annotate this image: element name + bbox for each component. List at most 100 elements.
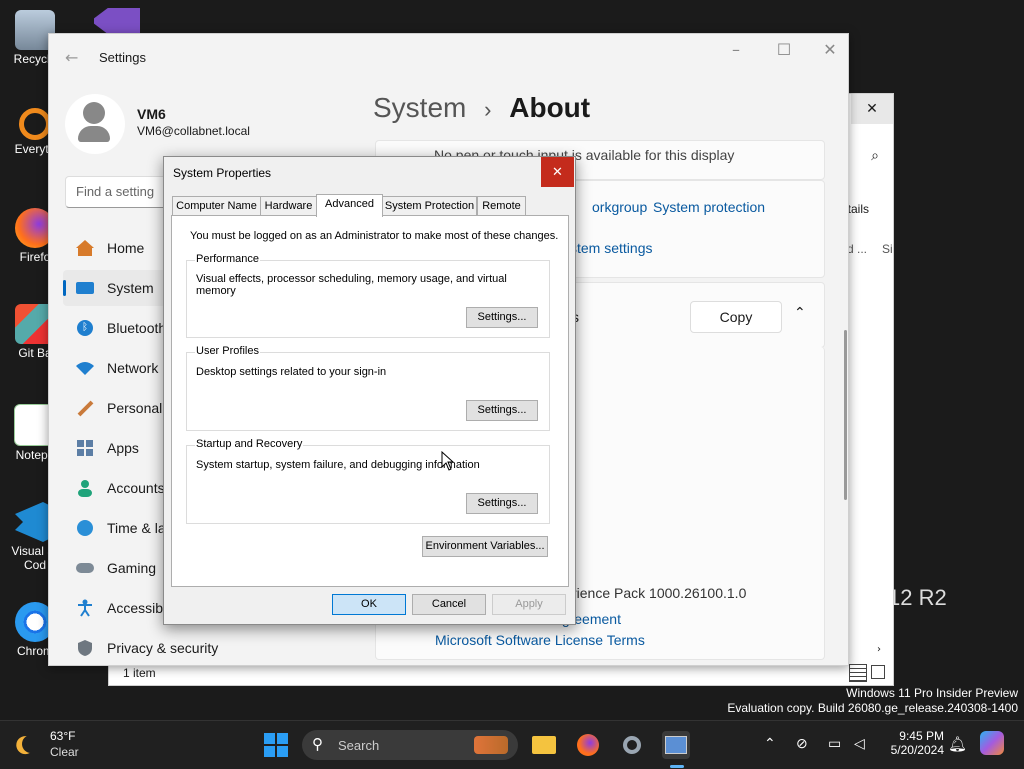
taskbar-search-label: Search <box>338 738 380 753</box>
explorer-column-header-1[interactable]: d ... <box>847 242 867 256</box>
person-icon <box>83 102 105 124</box>
nav-item-label: Privacy & security <box>107 640 219 656</box>
network-disconnected-icon[interactable]: ⊘ <box>796 735 808 752</box>
performance-group: Performance Visual effects, processor sc… <box>186 253 550 338</box>
monitor-icon <box>75 278 95 298</box>
tab-remote[interactable]: Remote <box>477 196 526 216</box>
search-placeholder: Find a setting <box>76 184 155 199</box>
visual-studio-icon[interactable] <box>94 8 140 34</box>
taskbar: 63°F Clear ⚲ Search ⌃ ⊘ ▭ ◁ 9:45 PM 5/20… <box>0 720 1024 769</box>
tab-computer-name[interactable]: Computer Name <box>172 196 261 216</box>
admin-note: You must be logged on as an Administrato… <box>190 230 559 242</box>
temperature: 63°F <box>50 729 76 743</box>
notification-bell-icon[interactable]: 🔔︎ <box>948 735 967 753</box>
user-email: VM6@collabnet.local <box>137 124 250 138</box>
cancel-button[interactable]: Cancel <box>412 594 486 615</box>
nav-item-label: Accessibi <box>107 600 167 616</box>
explorer-column-header-2[interactable]: Si <box>882 242 893 256</box>
close-button[interactable]: ✕ <box>815 40 845 60</box>
minimize-button[interactable]: – <box>721 40 751 60</box>
ok-button[interactable]: OK <box>332 594 406 615</box>
breadcrumb-parent[interactable]: System <box>373 92 466 123</box>
environment-variables-button[interactable]: Environment Variables... <box>422 536 548 557</box>
nav-item-bluetooth[interactable]: ᛒ Bluetooth <box>63 310 173 346</box>
nav-item-label: Personali <box>107 400 166 416</box>
explorer-status-text: 1 item <box>123 666 156 680</box>
dialog-title: System Properties <box>173 166 272 180</box>
weather-widget[interactable]: 63°F Clear <box>18 729 98 761</box>
settings-taskbar-icon[interactable] <box>618 731 646 759</box>
startup-recovery-group: Startup and Recovery System startup, sys… <box>186 438 550 524</box>
explorer-search-icon[interactable]: ⌕ <box>871 148 879 164</box>
domain-workgroup-link[interactable]: orkgroup <box>592 199 647 215</box>
performance-settings-button[interactable]: Settings... <box>466 307 538 328</box>
person-icon <box>75 478 95 498</box>
tab-system-protection[interactable]: System Protection <box>382 196 477 216</box>
apply-button[interactable]: Apply <box>492 594 566 615</box>
tab-advanced[interactable]: Advanced <box>316 194 383 217</box>
tab-hardware[interactable]: Hardware <box>260 196 317 216</box>
brush-icon <box>75 398 95 418</box>
breadcrumb-separator: › <box>484 97 492 122</box>
user-name: VM6 <box>137 106 166 122</box>
explorer-close-button[interactable]: ✕ <box>851 94 893 124</box>
tiles-view-icon[interactable] <box>871 665 885 679</box>
file-explorer-taskbar-icon[interactable] <box>530 731 558 759</box>
system-protection-link[interactable]: System protection <box>653 199 765 215</box>
start-button[interactable] <box>262 731 290 759</box>
nav-item-apps[interactable]: Apps <box>63 430 173 466</box>
firefox-taskbar-icon[interactable] <box>574 731 602 759</box>
back-arrow-icon[interactable]: ← <box>65 48 78 67</box>
copilot-icon[interactable] <box>980 731 1004 755</box>
explorer-details-text[interactable]: tails <box>848 202 869 216</box>
volume-icon[interactable]: ◁ <box>854 735 865 752</box>
details-view-icon[interactable] <box>849 664 867 682</box>
nav-item-time-language[interactable]: Time & la <box>63 510 173 546</box>
user-profiles-group: User Profiles Desktop settings related t… <box>186 345 550 431</box>
nav-item-gaming[interactable]: Gaming <box>63 550 173 586</box>
nav-item-label: Apps <box>107 440 139 456</box>
weather-condition: Clear <box>50 745 79 759</box>
apps-icon <box>75 438 95 458</box>
copy-button[interactable]: Copy <box>690 301 782 333</box>
search-input[interactable]: Find a setting <box>65 176 167 208</box>
nav-item-label: Time & la <box>107 520 166 536</box>
dialog-close-button[interactable]: ✕ <box>541 157 574 187</box>
startup-recovery-desc: System startup, system failure, and debu… <box>196 459 480 471</box>
mouse-cursor-icon <box>441 451 455 471</box>
nav-item-home[interactable]: Home <box>63 230 173 266</box>
user-profiles-settings-button[interactable]: Settings... <box>466 400 538 421</box>
clock-date: 5/20/2024 <box>890 743 944 757</box>
system-properties-dialog[interactable]: System Properties ✕ Computer Name Hardwa… <box>163 156 576 625</box>
shield-icon <box>75 638 95 658</box>
user-profiles-desc: Desktop settings related to your sign-in <box>196 366 387 378</box>
maximize-button[interactable]: ☐ <box>769 40 799 60</box>
accessibility-icon <box>75 598 95 618</box>
scrollbar[interactable] <box>844 330 847 500</box>
advanced-system-settings-link[interactable]: stem settings <box>570 240 652 256</box>
copy-button-label: Copy <box>719 309 753 325</box>
license-terms-link[interactable]: Microsoft Software License Terms <box>435 632 645 648</box>
watermark-line-1: Windows 11 Pro Insider Preview <box>846 686 1018 700</box>
wifi-icon <box>75 358 95 378</box>
taskbar-search[interactable]: ⚲ Search <box>302 730 518 760</box>
settings-app-title: Settings <box>99 50 146 65</box>
nav-item-network[interactable]: Network <box>63 350 173 386</box>
nav-item-accounts[interactable]: Accounts <box>63 470 173 506</box>
display-icon[interactable]: ▭ <box>828 735 841 752</box>
startup-recovery-settings-button[interactable]: Settings... <box>466 493 538 514</box>
nav-item-personalization[interactable]: Personali <box>63 390 173 426</box>
search-highlight-icon <box>474 736 508 754</box>
gamepad-icon <box>75 558 95 578</box>
startup-recovery-title: Startup and Recovery <box>195 438 304 450</box>
system-properties-taskbar-icon[interactable] <box>662 731 690 759</box>
chevron-up-icon[interactable]: ⌃ <box>794 305 806 321</box>
clock[interactable]: 9:45 PM 5/20/2024 <box>878 729 944 757</box>
nav-item-accessibility[interactable]: Accessibi <box>63 590 173 626</box>
nav-item-label: System <box>107 280 154 296</box>
avatar[interactable] <box>65 94 125 154</box>
watermark-line-2: Evaluation copy. Build 26080.ge_release.… <box>727 701 1018 715</box>
nav-item-privacy[interactable]: Privacy & security <box>63 630 263 666</box>
explorer-scroll-right[interactable]: › <box>877 644 881 655</box>
chevron-up-icon[interactable]: ⌃ <box>764 735 776 752</box>
